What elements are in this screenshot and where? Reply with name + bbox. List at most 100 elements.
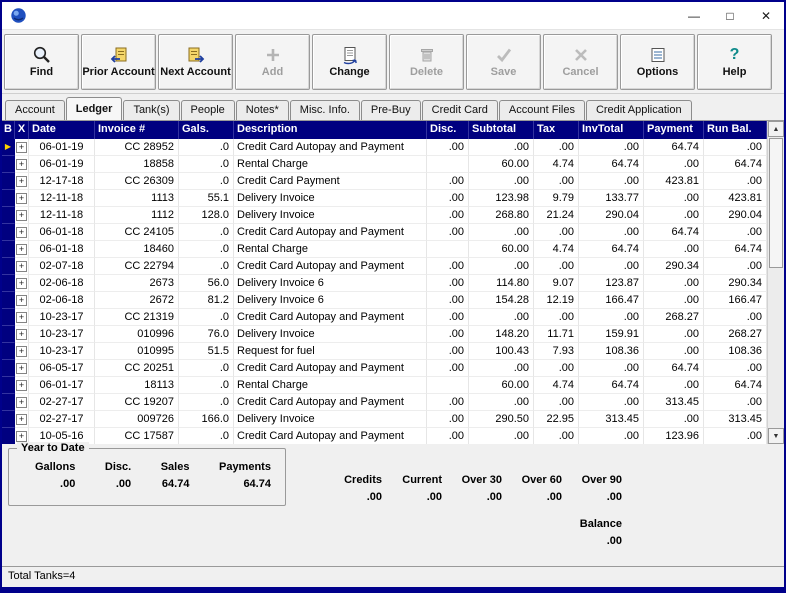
cell-description[interactable]: Delivery Invoice (234, 326, 427, 343)
scroll-down-icon[interactable]: ▼ (768, 428, 784, 444)
cell-description[interactable]: Credit Card Autopay and Payment (234, 224, 427, 241)
cell-invoice[interactable]: CC 19207 (95, 394, 179, 411)
table-row[interactable]: +12-11-18111355.1Delivery Invoice.00123.… (2, 190, 767, 207)
row-expand-cell[interactable]: + (15, 190, 29, 207)
cell-runbal[interactable]: .00 (704, 258, 767, 275)
cell-date[interactable]: 12-17-18 (29, 173, 95, 190)
cell-gals[interactable]: .0 (179, 394, 234, 411)
cell-payment[interactable]: .00 (644, 241, 704, 258)
table-row[interactable]: +12-11-181112128.0Delivery Invoice.00268… (2, 207, 767, 224)
close-button[interactable]: ✕ (748, 2, 784, 29)
row-expand-cell[interactable]: + (15, 360, 29, 377)
cell-subtotal[interactable]: .00 (469, 360, 534, 377)
cell-disc[interactable]: .00 (427, 224, 469, 241)
cell-disc[interactable]: .00 (427, 292, 469, 309)
cell-disc[interactable]: .00 (427, 173, 469, 190)
cell-payment[interactable]: 64.74 (644, 139, 704, 156)
cell-payment[interactable]: .00 (644, 326, 704, 343)
table-row[interactable]: +06-01-1918858.0Rental Charge60.004.7464… (2, 156, 767, 173)
scrollbar-thumb[interactable] (769, 138, 783, 268)
expand-plus-icon[interactable]: + (16, 346, 27, 357)
column-header-b[interactable]: B (2, 121, 15, 139)
row-selector-cell[interactable]: ▶ (2, 139, 15, 156)
cell-date[interactable]: 02-06-18 (29, 275, 95, 292)
cell-description[interactable]: Delivery Invoice (234, 411, 427, 428)
cell-invoice[interactable]: 18858 (95, 156, 179, 173)
cell-description[interactable]: Rental Charge (234, 377, 427, 394)
cell-invtotal[interactable]: .00 (579, 173, 644, 190)
cell-description[interactable]: Credit Card Autopay and Payment (234, 428, 427, 444)
tab-pre-buy[interactable]: Pre-Buy (361, 100, 421, 120)
table-row[interactable]: +06-05-17CC 20251.0Credit Card Autopay a… (2, 360, 767, 377)
cell-gals[interactable]: .0 (179, 428, 234, 444)
cell-tax[interactable]: .00 (534, 173, 579, 190)
cell-payment[interactable]: .00 (644, 190, 704, 207)
cell-tax[interactable]: .00 (534, 428, 579, 444)
cell-gals[interactable]: .0 (179, 309, 234, 326)
cell-date[interactable]: 12-11-18 (29, 190, 95, 207)
row-expand-cell[interactable]: + (15, 139, 29, 156)
cell-description[interactable]: Credit Card Autopay and Payment (234, 394, 427, 411)
cell-invtotal[interactable]: .00 (579, 258, 644, 275)
row-expand-cell[interactable]: + (15, 241, 29, 258)
cell-tax[interactable]: 7.93 (534, 343, 579, 360)
cell-subtotal[interactable]: 60.00 (469, 377, 534, 394)
cell-invoice[interactable]: CC 21319 (95, 309, 179, 326)
cell-runbal[interactable]: 313.45 (704, 411, 767, 428)
row-selector-cell[interactable] (2, 326, 15, 343)
cell-invtotal[interactable]: 290.04 (579, 207, 644, 224)
tab-tanks[interactable]: Tank(s) (123, 100, 179, 120)
cell-runbal[interactable]: 64.74 (704, 241, 767, 258)
cell-description[interactable]: Rental Charge (234, 241, 427, 258)
cell-invtotal[interactable]: 64.74 (579, 241, 644, 258)
cell-tax[interactable]: 4.74 (534, 156, 579, 173)
cell-date[interactable]: 06-01-17 (29, 377, 95, 394)
cell-date[interactable]: 02-27-17 (29, 394, 95, 411)
cell-runbal[interactable]: 268.27 (704, 326, 767, 343)
row-expand-cell[interactable]: + (15, 224, 29, 241)
cell-invtotal[interactable]: .00 (579, 139, 644, 156)
next-account-button[interactable]: Next Account (158, 34, 233, 90)
cell-runbal[interactable]: 423.81 (704, 190, 767, 207)
cell-gals[interactable]: .0 (179, 241, 234, 258)
cell-invtotal[interactable]: 123.87 (579, 275, 644, 292)
cell-invtotal[interactable]: 159.91 (579, 326, 644, 343)
cell-payment[interactable]: 64.74 (644, 224, 704, 241)
cell-disc[interactable] (427, 156, 469, 173)
column-header-payment[interactable]: Payment (644, 121, 704, 139)
cell-payment[interactable]: .00 (644, 343, 704, 360)
cell-invtotal[interactable]: 313.45 (579, 411, 644, 428)
row-expand-cell[interactable]: + (15, 156, 29, 173)
minimize-button[interactable]: — (676, 2, 712, 29)
cell-subtotal[interactable]: .00 (469, 139, 534, 156)
cell-tax[interactable]: .00 (534, 394, 579, 411)
tab-account[interactable]: Account (5, 100, 65, 120)
row-selector-cell[interactable] (2, 258, 15, 275)
table-row[interactable]: +10-23-1701099551.5Request for fuel.0010… (2, 343, 767, 360)
cell-invtotal[interactable]: 64.74 (579, 377, 644, 394)
cancel-button[interactable]: Cancel (543, 34, 618, 90)
tab-misc-info[interactable]: Misc. Info. (290, 100, 360, 120)
cell-invtotal[interactable]: .00 (579, 360, 644, 377)
titlebar[interactable]: — □ ✕ (2, 2, 784, 30)
row-expand-cell[interactable]: + (15, 326, 29, 343)
cell-invoice[interactable]: 2672 (95, 292, 179, 309)
cell-invoice[interactable]: 2673 (95, 275, 179, 292)
cell-date[interactable]: 06-01-18 (29, 241, 95, 258)
column-header-tax[interactable]: Tax (534, 121, 579, 139)
expand-plus-icon[interactable]: + (16, 142, 27, 153)
cell-date[interactable]: 02-06-18 (29, 292, 95, 309)
cell-runbal[interactable]: 64.74 (704, 377, 767, 394)
cell-gals[interactable]: 55.1 (179, 190, 234, 207)
cell-payment[interactable]: .00 (644, 156, 704, 173)
row-expand-cell[interactable]: + (15, 173, 29, 190)
tab-account-files[interactable]: Account Files (499, 100, 585, 120)
row-expand-cell[interactable]: + (15, 309, 29, 326)
row-selector-cell[interactable] (2, 173, 15, 190)
cell-invoice[interactable]: 1113 (95, 190, 179, 207)
cell-runbal[interactable]: 64.74 (704, 156, 767, 173)
expand-plus-icon[interactable]: + (16, 210, 27, 221)
row-selector-cell[interactable] (2, 207, 15, 224)
cell-date[interactable]: 10-23-17 (29, 326, 95, 343)
cell-description[interactable]: Credit Card Payment (234, 173, 427, 190)
